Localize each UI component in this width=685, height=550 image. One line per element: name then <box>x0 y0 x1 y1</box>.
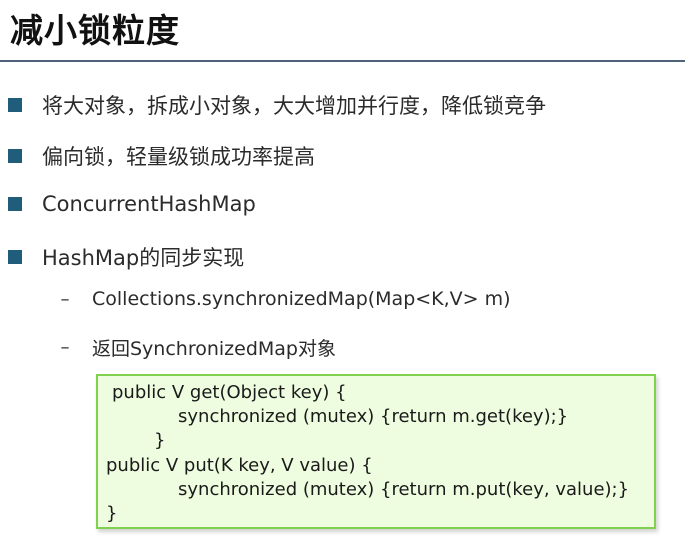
square-bullet-icon <box>8 149 22 163</box>
bullet-text: ConcurrentHashMap <box>42 192 256 216</box>
bullet-item: HashMap的同步实现 <box>8 242 244 272</box>
sub-bullet-item: – 返回SynchronizedMap对象 <box>58 334 337 361</box>
code-line: synchronized (mutex) {return m.put(key, … <box>178 479 630 500</box>
bullet-text: 偏向锁，轻量级锁成功率提高 <box>42 145 315 169</box>
bullet-item: 偏向锁，轻量级锁成功率提高 <box>8 141 315 171</box>
bullet-text: HashMap的同步实现 <box>42 246 245 270</box>
bullet-item: ConcurrentHashMap <box>8 192 256 216</box>
bullet-text: 将大对象，拆成小对象，大大增加并行度，降低锁竞争 <box>42 94 546 118</box>
code-block: public V get(Object key) { synchronized … <box>96 374 656 529</box>
slide-title: 减小锁粒度 <box>10 11 180 50</box>
code-line: } <box>154 430 166 451</box>
title-divider <box>0 60 685 62</box>
slide: 减小锁粒度 将大对象，拆成小对象，大大增加并行度，降低锁竞争 偏向锁，轻量级锁成… <box>0 0 685 550</box>
sub-bullet-text: Collections.synchronizedMap(Map<K,V> m) <box>92 288 511 310</box>
square-bullet-icon <box>8 250 22 264</box>
dash-bullet-icon: – <box>60 337 70 358</box>
code-line: synchronized (mutex) {return m.get(key);… <box>178 406 569 427</box>
code-line: } <box>106 503 118 524</box>
square-bullet-icon <box>8 98 22 112</box>
bullet-item: 将大对象，拆成小对象，大大增加并行度，降低锁竞争 <box>8 90 546 120</box>
code-line: public V put(K key, V value) { <box>106 455 373 476</box>
sub-bullet-item: – Collections.synchronizedMap(Map<K,V> m… <box>58 288 511 310</box>
sub-bullet-text: 返回SynchronizedMap对象 <box>92 338 336 360</box>
dash-bullet-icon: – <box>60 288 70 310</box>
square-bullet-icon <box>8 197 22 211</box>
code-line: public V get(Object key) { <box>112 382 347 403</box>
